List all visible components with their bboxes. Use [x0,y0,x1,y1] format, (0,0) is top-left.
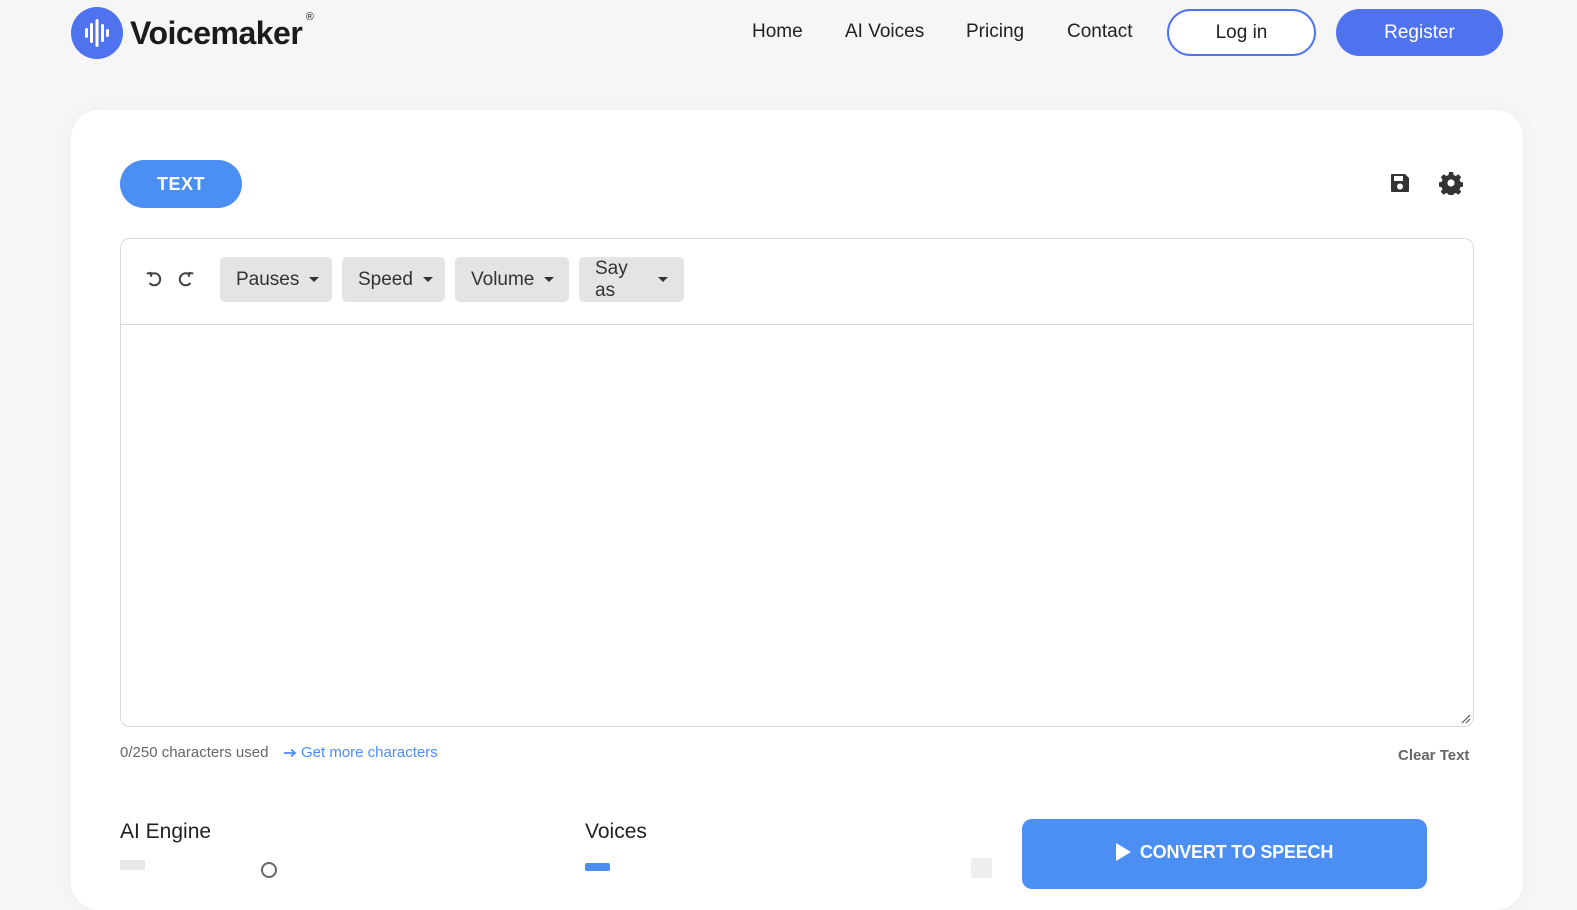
editor-toolbar: Pauses Speed Volume Say as [121,239,1473,325]
register-button[interactable]: Register [1336,9,1503,56]
volume-label: Volume [471,268,535,290]
undo-icon[interactable] [144,269,166,291]
engine-option-checkbox[interactable] [120,860,145,870]
redo-icon[interactable] [174,269,196,291]
logo[interactable]: Voicemaker ® [71,7,314,59]
gear-icon[interactable] [1437,169,1465,197]
registered-mark: ® [305,10,314,23]
get-more-characters-link[interactable]: Get more characters [283,744,438,761]
pauses-dropdown[interactable]: Pauses [220,257,332,302]
nav-pricing[interactable]: Pricing [966,21,1024,43]
voices-label: Voices [585,820,647,843]
save-icon[interactable] [1386,169,1414,197]
volume-dropdown[interactable]: Volume [455,257,569,302]
chevron-down-icon [422,277,433,282]
logo-waveform-icon [71,7,123,59]
nav-ai-voices[interactable]: AI Voices [845,21,924,43]
logo-text: Voicemaker ® [130,10,314,51]
characters-used: 0/250 characters used [120,744,269,761]
speed-label: Speed [358,268,413,290]
arrow-right-icon [284,748,297,757]
chevron-down-icon [658,277,668,282]
chevron-down-icon [309,277,320,282]
help-icon[interactable] [261,862,277,878]
clear-text-button[interactable]: Clear Text [1398,747,1469,764]
speed-dropdown[interactable]: Speed [342,257,445,302]
nav-home[interactable]: Home [752,21,803,43]
say-as-label: Say as [595,257,628,301]
text-input[interactable] [121,326,1473,726]
get-more-characters-label: Get more characters [301,744,438,761]
convert-label: CONVERT TO SPEECH [1139,842,1334,862]
tts-card: TEXT Pauses Speed Volume Say as 0/250 ch… [71,110,1523,910]
ai-engine-label: AI Engine [120,820,212,843]
resize-handle-icon[interactable] [1459,712,1471,724]
voices-scrollbar[interactable] [971,858,992,878]
say-as-dropdown[interactable]: Say as [579,257,684,302]
chevron-down-icon [544,277,555,282]
convert-to-speech-button[interactable]: CONVERT TO SPEECH [1022,819,1427,889]
login-button[interactable]: Log in [1167,9,1316,56]
play-icon [1115,843,1131,861]
nav-contact[interactable]: Contact [1067,21,1132,43]
tab-text[interactable]: TEXT [120,160,242,208]
site-header: Voicemaker ® Home AI Voices Pricing Conta… [0,0,1577,66]
voice-option[interactable] [585,863,610,871]
pauses-label: Pauses [236,268,300,290]
text-editor: Pauses Speed Volume Say as [120,238,1474,727]
